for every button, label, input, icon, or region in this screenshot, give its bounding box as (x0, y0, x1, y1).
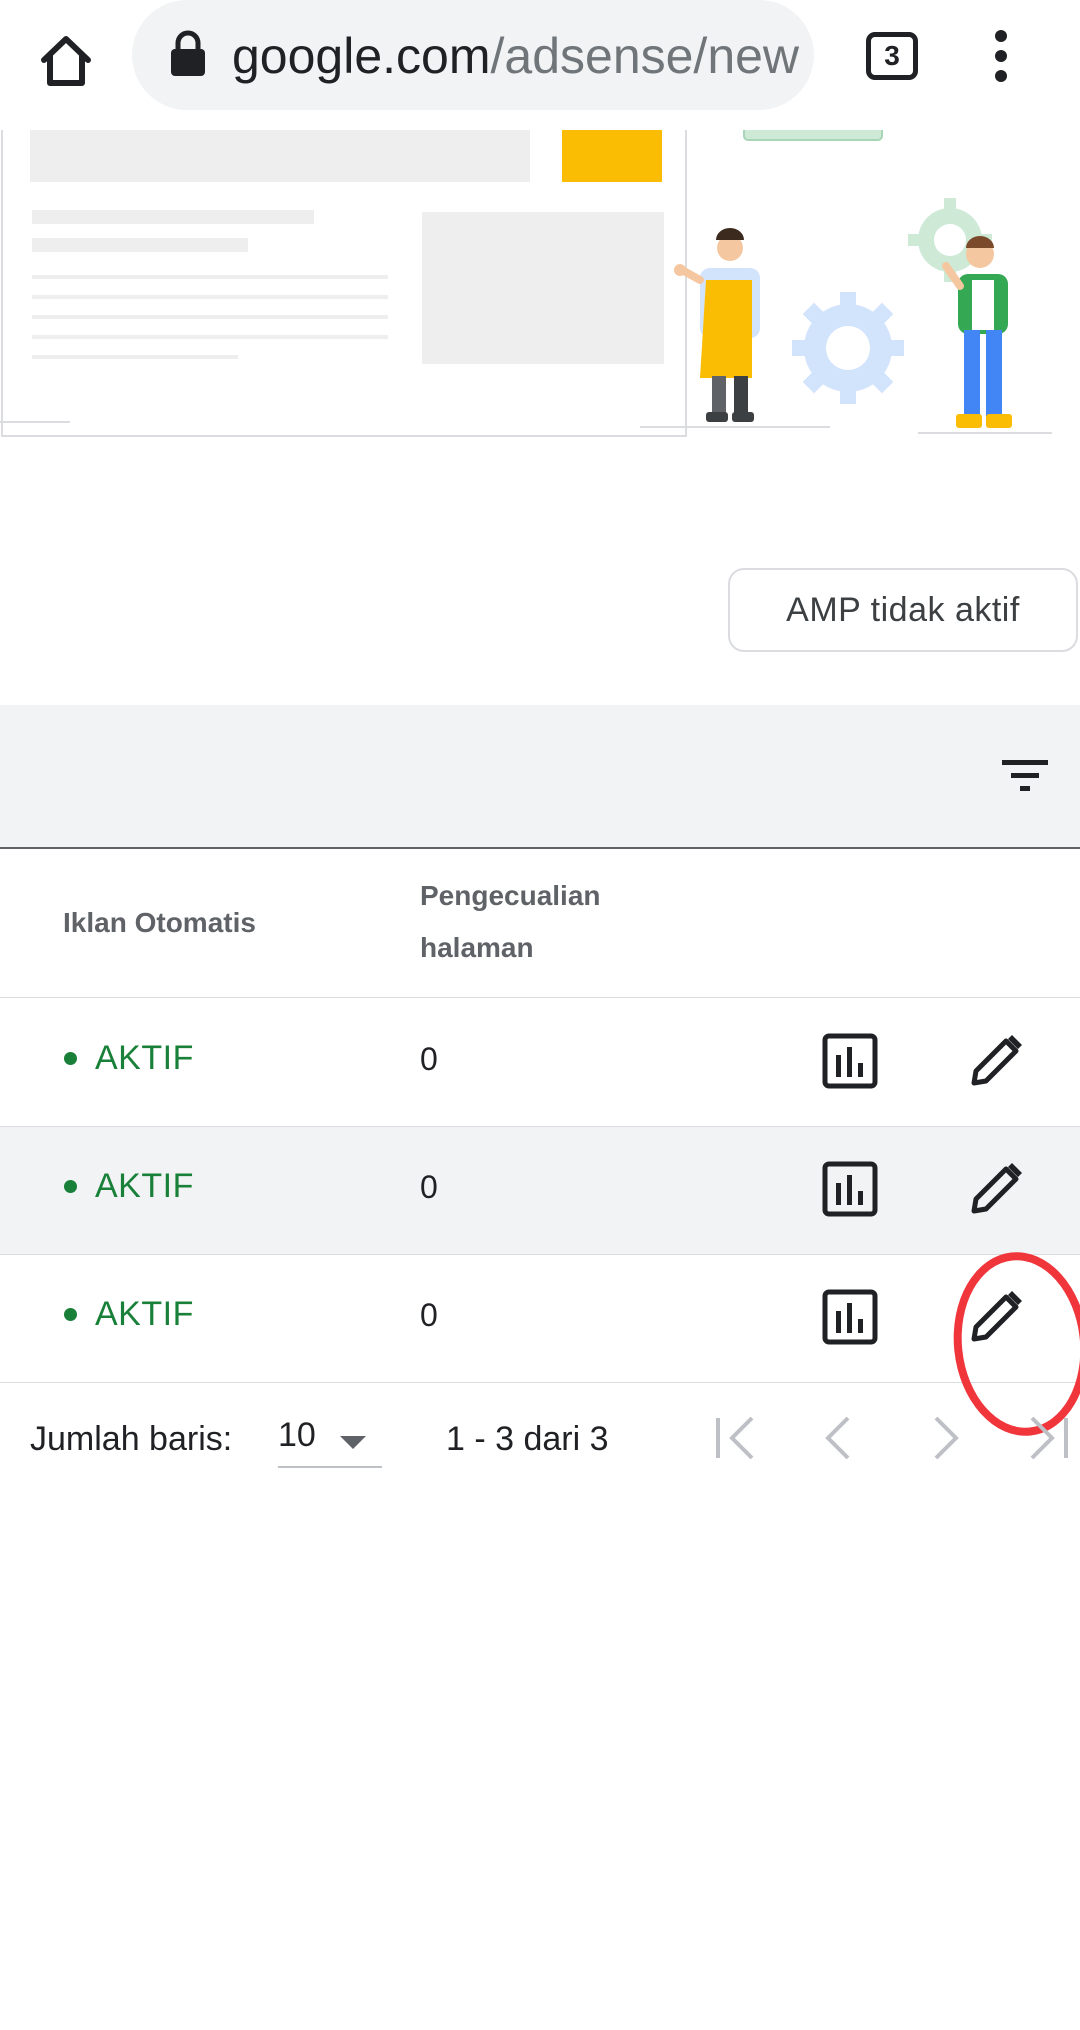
pagination: Jumlah baris: 10 1 - 3 dari 3 (0, 1380, 1080, 1510)
next-page-icon[interactable] (916, 1410, 972, 1466)
more-vert-icon[interactable] (986, 26, 1016, 86)
edit-icon[interactable] (966, 1159, 1026, 1219)
filter-list-icon[interactable] (1002, 758, 1048, 794)
lock-icon (171, 30, 205, 76)
home-button[interactable] (30, 25, 102, 97)
rows-per-page-value: 10 (278, 1416, 316, 1454)
page-range-text: 1 - 3 dari 3 (446, 1420, 609, 1458)
status-dot-icon (64, 1308, 77, 1321)
page-exclusions-value: 0 (420, 1041, 438, 1077)
tab-switcher-button[interactable]: 3 (866, 32, 918, 80)
report-icon[interactable] (822, 1161, 878, 1217)
report-icon[interactable] (822, 1033, 878, 1089)
status-label: AKTIF (95, 1295, 194, 1333)
address-bar[interactable]: google.com/adsense/new (132, 0, 814, 110)
rows-per-page-label: Jumlah baris: (30, 1420, 233, 1458)
table-header: Iklan Otomatis Pengecualian halaman (0, 850, 1080, 998)
status-label: AKTIF (95, 1039, 194, 1077)
amp-toggle-button[interactable]: AMP tidak aktif (728, 568, 1078, 652)
column-header-auto-ads[interactable]: Iklan Otomatis (63, 897, 256, 949)
previous-page-icon[interactable] (812, 1410, 868, 1466)
column-header-page-exclusions[interactable]: Pengecualian halaman (420, 870, 680, 974)
table-row: AKTIF 0 (0, 1127, 1080, 1255)
browser-toolbar: google.com/adsense/new 3 (0, 0, 1080, 130)
table-toolbar (0, 705, 1080, 849)
table-row: AKTIF 0 (0, 999, 1080, 1127)
status-dot-icon (64, 1052, 77, 1065)
status-label: AKTIF (95, 1167, 194, 1205)
status-badge: AKTIF (64, 1167, 194, 1206)
report-icon[interactable] (822, 1289, 878, 1345)
last-page-icon[interactable] (1020, 1410, 1076, 1466)
url-host: google.com (232, 28, 491, 84)
status-dot-icon (64, 1180, 77, 1193)
table-row: AKTIF 0 (0, 1255, 1080, 1383)
dropdown-arrow-icon (340, 1436, 366, 1449)
status-badge: AKTIF (64, 1295, 194, 1334)
edit-icon[interactable] (966, 1031, 1026, 1091)
tab-count: 3 (884, 40, 900, 71)
home-icon (41, 36, 91, 86)
url-path: /adsense/new (490, 28, 800, 84)
url-text: google.com/adsense/new (232, 24, 802, 88)
first-page-icon[interactable] (708, 1410, 764, 1466)
edit-icon[interactable] (966, 1287, 1026, 1347)
page-exclusions-value: 0 (420, 1169, 438, 1205)
status-badge: AKTIF (64, 1039, 194, 1078)
amp-label: AMP tidak aktif (786, 590, 1020, 629)
header-illustration (0, 130, 1052, 437)
page-exclusions-value: 0 (420, 1297, 438, 1333)
rows-per-page-select[interactable]: 10 (278, 1404, 382, 1468)
